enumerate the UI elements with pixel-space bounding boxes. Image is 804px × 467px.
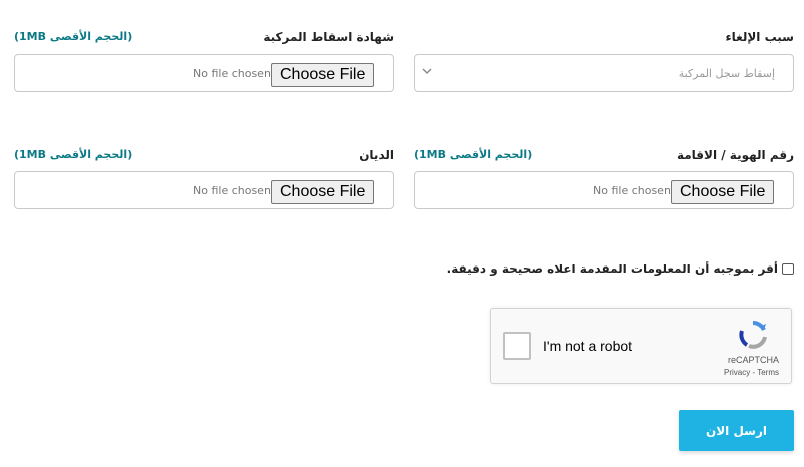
declaration-row: أقر بموجبه أن المعلومات المقدمة اعلاه صح… [447,262,794,276]
file-status: No file chosen [193,184,271,197]
vehicle-drop-cert-hint: (الحجم الأقصى 1MB) [14,30,133,43]
id-residency-label: رقم الهوية / الاقامة [676,148,794,162]
chevron-down-icon [422,68,432,74]
vehicle-drop-cert-label: شهادة اسقاط المركبة [263,30,394,44]
recaptcha-logo-icon [739,320,767,349]
vehicle-drop-cert-file-input[interactable]: Choose File No file chosen [14,54,394,92]
choose-file-button[interactable]: Choose File [271,180,375,204]
recaptcha-brand: reCAPTCHA [727,355,779,365]
id-residency-hint: (الحجم الأقصى 1MB) [414,148,533,161]
submit-button[interactable]: ارسل الان [679,410,794,451]
cancel-reason-value: إسقاط سجل المركبة [678,67,775,80]
file-status: No file chosen [193,67,271,80]
recaptcha-widget: I'm not a robot reCAPTCHA Privacy - Term… [490,308,792,384]
diyan-file-input[interactable]: Choose File No file chosen [14,171,394,209]
cancel-reason-label: سبب الإلغاء [725,30,794,44]
recaptcha-label: I'm not a robot [543,338,633,354]
recaptcha-checkbox[interactable] [503,332,531,360]
cancel-reason-select[interactable]: إسقاط سجل المركبة [414,54,794,92]
choose-file-button[interactable]: Choose File [671,180,775,204]
recaptcha-links: Privacy - Terms [724,368,779,377]
id-residency-file-input[interactable]: Choose File No file chosen [414,171,794,209]
file-status: No file chosen [593,184,671,197]
diyan-hint: (الحجم الأقصى 1MB) [14,148,133,161]
privacy-link[interactable]: Privacy [724,368,750,377]
diyan-label: الديان [359,148,394,162]
choose-file-button[interactable]: Choose File [271,63,375,87]
terms-link[interactable]: Terms [757,368,779,377]
declaration-checkbox[interactable] [782,263,794,275]
declaration-text: أقر بموجبه أن المعلومات المقدمة اعلاه صح… [446,262,778,276]
